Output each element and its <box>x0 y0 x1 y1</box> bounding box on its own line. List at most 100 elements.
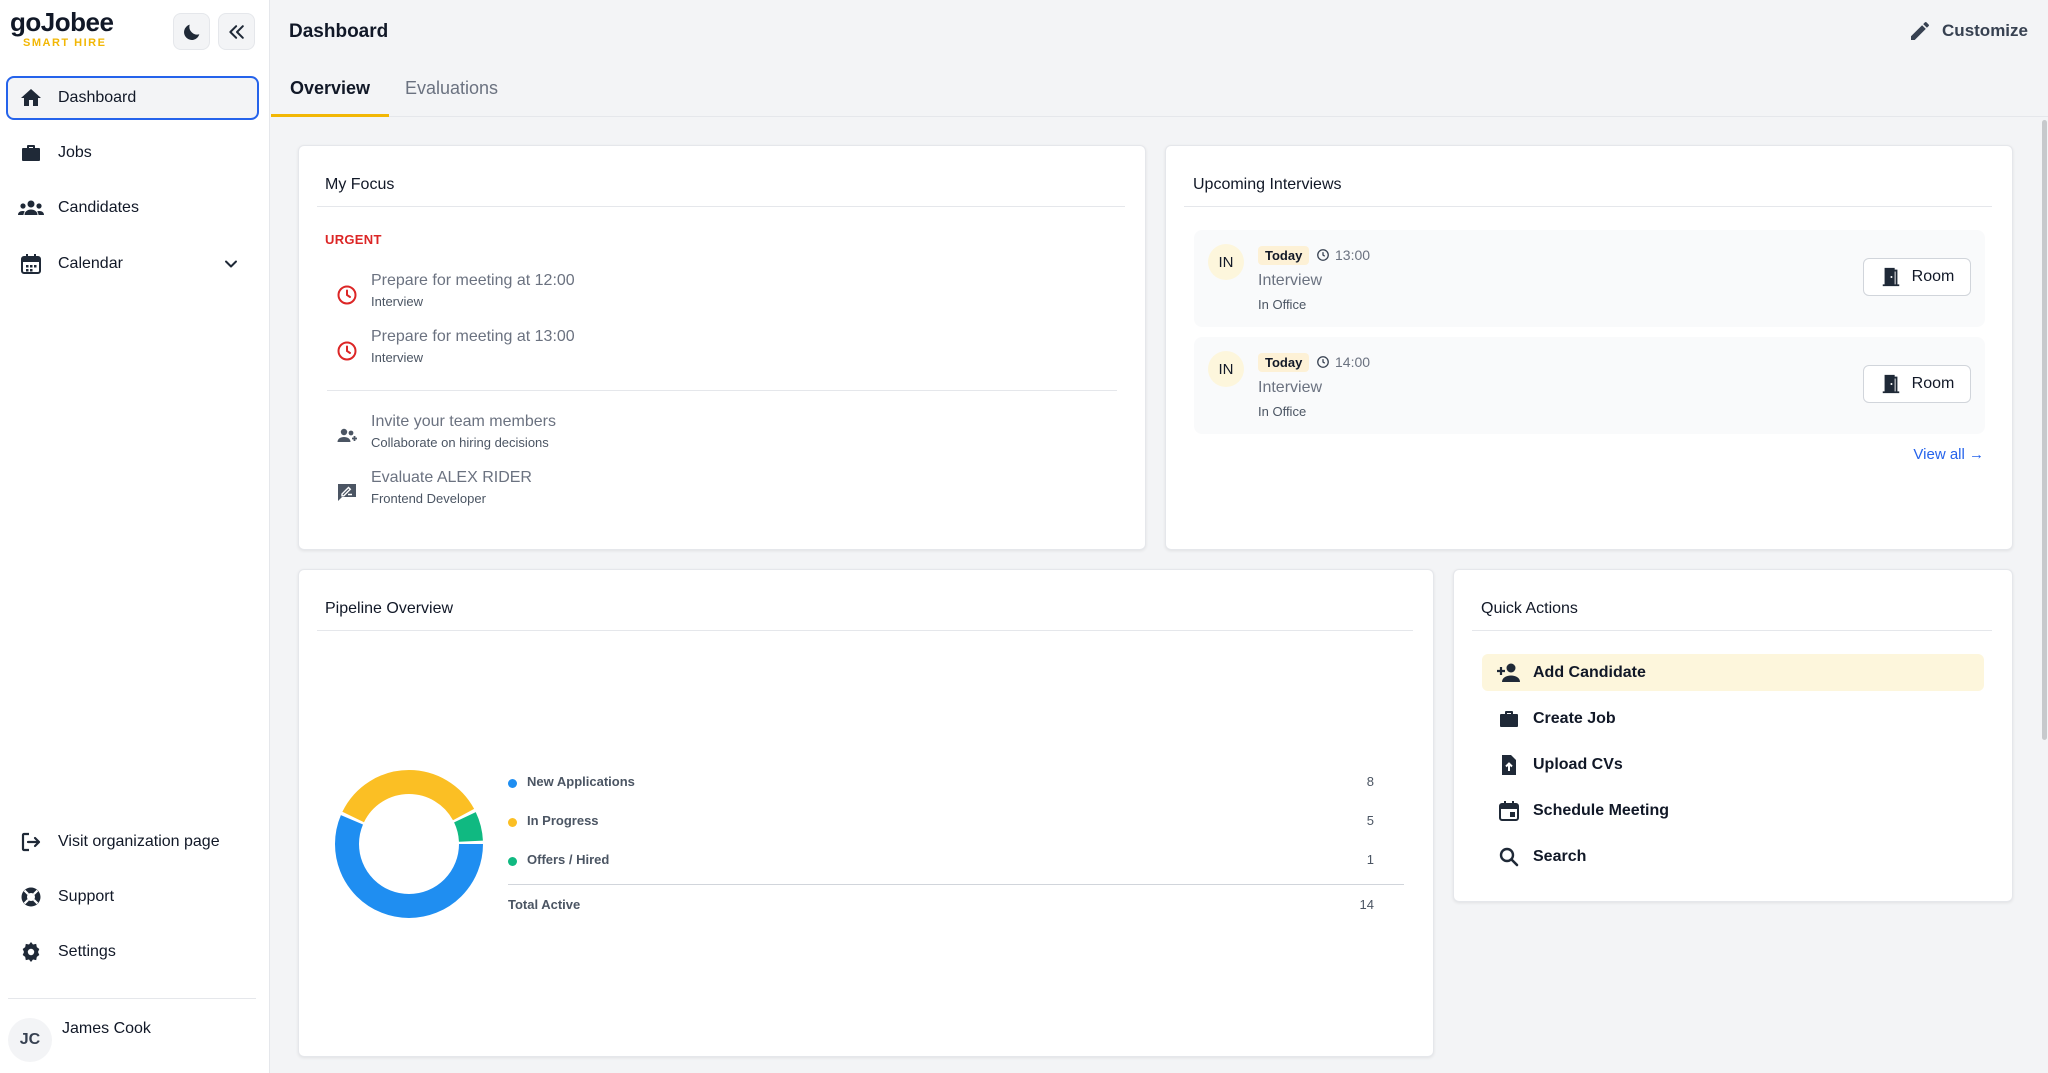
quick-action-label: Schedule Meeting <box>1533 801 1670 819</box>
chevron-down-icon[interactable] <box>221 254 241 274</box>
interview-location: In Office <box>1258 404 1307 419</box>
collapse-sidebar-button[interactable] <box>218 13 255 50</box>
sidebar-divider <box>8 998 256 999</box>
sidebar-item-dashboard[interactable]: Dashboard <box>6 76 259 120</box>
focus-item-title: Prepare for meeting at 12:00 <box>371 272 575 289</box>
interview-time: 14:00 <box>1316 354 1370 370</box>
pipeline-overview-card: Pipeline Overview New Applications 8 In … <box>298 569 1434 1057</box>
tab-evaluations[interactable]: Evaluations <box>405 78 498 117</box>
pipeline-title: Pipeline Overview <box>325 600 454 617</box>
total-value: 14 <box>1359 897 1374 912</box>
interview-time: 13:00 <box>1316 247 1370 263</box>
room-button[interactable]: Room <box>1863 258 1971 296</box>
focus-item-urgent[interactable]: Prepare for meeting at 13:00 Interview <box>335 327 575 365</box>
calendar-icon <box>1496 798 1522 824</box>
sidebar-item-support[interactable]: Support <box>6 875 259 919</box>
schedule-meeting-button[interactable]: Schedule Meeting <box>1482 792 1984 829</box>
legend-dot <box>508 818 517 827</box>
legend-row: In Progress 5 <box>508 813 1404 835</box>
focus-item-invite[interactable]: Invite your team members Collaborate on … <box>335 412 556 450</box>
focus-item-subtitle: Frontend Developer <box>371 491 486 506</box>
legend-value: 5 <box>1366 813 1374 828</box>
room-button-label: Room <box>1911 375 1955 392</box>
quick-actions-card: Quick Actions Add Candidate Create Job U… <box>1453 569 2013 902</box>
interview-day-badge: Today <box>1258 246 1310 265</box>
interview-type-badge: IN <box>1208 244 1244 280</box>
tab-overview[interactable]: Overview <box>271 78 390 117</box>
quick-action-label: Search <box>1533 847 1587 865</box>
sidebar-item-candidates[interactable]: Candidates <box>6 186 259 230</box>
gear-icon <box>17 938 45 966</box>
legend-value: 8 <box>1366 774 1374 789</box>
exit-icon <box>17 828 45 856</box>
interview-row[interactable]: IN Today 14:00 Interview In Office Room <box>1194 337 1985 434</box>
interview-type: Interview <box>1258 379 1323 396</box>
my-focus-card: My Focus URGENT Prepare for meeting at 1… <box>298 145 1146 550</box>
sidebar-item-label: Settings <box>58 943 116 960</box>
search-icon <box>1496 844 1522 870</box>
sidebar-item-label: Dashboard <box>58 89 137 106</box>
focus-item-evaluate[interactable]: Evaluate ALEX RIDER Frontend Developer <box>335 468 532 506</box>
sidebar: goJobee SMART HIRE Dashboard Jobs Candid… <box>0 0 270 1073</box>
interview-type-badge: IN <box>1208 351 1244 387</box>
focus-item-urgent[interactable]: Prepare for meeting at 12:00 Interview <box>335 271 575 309</box>
card-divider <box>317 630 1413 631</box>
rate-review-icon <box>338 484 356 501</box>
add-candidate-button[interactable]: Add Candidate <box>1482 654 1984 691</box>
customize-button[interactable]: Customize <box>1908 19 2028 43</box>
pipeline-donut-chart <box>335 770 483 918</box>
total-row: Total Active 14 <box>508 897 1404 919</box>
theme-toggle-button[interactable] <box>173 13 210 50</box>
sidebar-item-label: Support <box>58 888 115 905</box>
logo[interactable]: goJobee SMART HIRE <box>10 7 114 50</box>
create-job-button[interactable]: Create Job <box>1482 700 1984 737</box>
upcoming-interviews-title: Upcoming Interviews <box>1193 176 1342 193</box>
focus-divider <box>327 390 1117 391</box>
total-divider <box>508 884 1404 885</box>
quick-actions-title: Quick Actions <box>1481 600 1578 617</box>
room-button[interactable]: Room <box>1863 365 1971 403</box>
briefcase-icon <box>1496 706 1522 732</box>
add-person-icon <box>1496 660 1522 686</box>
quick-action-label: Add Candidate <box>1533 663 1646 681</box>
moon-icon <box>183 24 199 40</box>
sidebar-item-calendar[interactable]: Calendar <box>6 242 259 286</box>
briefcase-icon <box>17 139 45 167</box>
sidebar-item-settings[interactable]: Settings <box>6 930 259 974</box>
sidebar-item-label: Visit organization page <box>58 833 220 850</box>
avatar[interactable]: JC <box>8 1018 52 1062</box>
total-label: Total Active <box>508 897 581 912</box>
home-icon <box>17 84 45 112</box>
legend-label: In Progress <box>527 813 599 828</box>
calendar-icon <box>17 250 45 278</box>
clock-icon <box>337 285 357 305</box>
people-icon <box>17 194 45 222</box>
scrollbar-thumb[interactable] <box>2042 120 2047 740</box>
upload-cvs-button[interactable]: Upload CVs <box>1482 746 1984 783</box>
legend-value: 1 <box>1366 852 1374 867</box>
tab-bar: Overview Evaluations <box>271 70 2048 117</box>
customize-label: Customize <box>1942 21 2028 40</box>
interview-row[interactable]: IN Today 13:00 Interview In Office Room <box>1194 230 1985 327</box>
legend-label: New Applications <box>527 774 635 789</box>
room-button-label: Room <box>1911 268 1955 285</box>
quick-action-label: Upload CVs <box>1533 755 1623 773</box>
user-name[interactable]: James Cook <box>62 1020 151 1038</box>
legend-row: Offers / Hired 1 <box>508 852 1404 874</box>
sidebar-item-visit-organization[interactable]: Visit organization page <box>6 820 259 864</box>
sidebar-item-jobs[interactable]: Jobs <box>6 131 259 175</box>
interview-time-value: 14:00 <box>1335 354 1371 370</box>
search-button[interactable]: Search <box>1482 838 1984 875</box>
logo-name: goJobee <box>10 7 114 37</box>
topbar: Dashboard Customize Overview Evaluations <box>271 0 2048 117</box>
interview-type: Interview <box>1258 272 1323 289</box>
door-icon <box>1882 374 1899 394</box>
clock-icon <box>1317 356 1329 368</box>
focus-item-title: Prepare for meeting at 13:00 <box>371 328 575 345</box>
legend-dot <box>508 857 517 866</box>
lifebuoy-icon <box>17 883 45 911</box>
sidebar-item-label: Jobs <box>58 144 92 161</box>
urgent-label: URGENT <box>325 232 382 247</box>
view-all-link[interactable]: View all → <box>1913 446 1984 463</box>
logo-tagline: SMART HIRE <box>23 37 107 49</box>
